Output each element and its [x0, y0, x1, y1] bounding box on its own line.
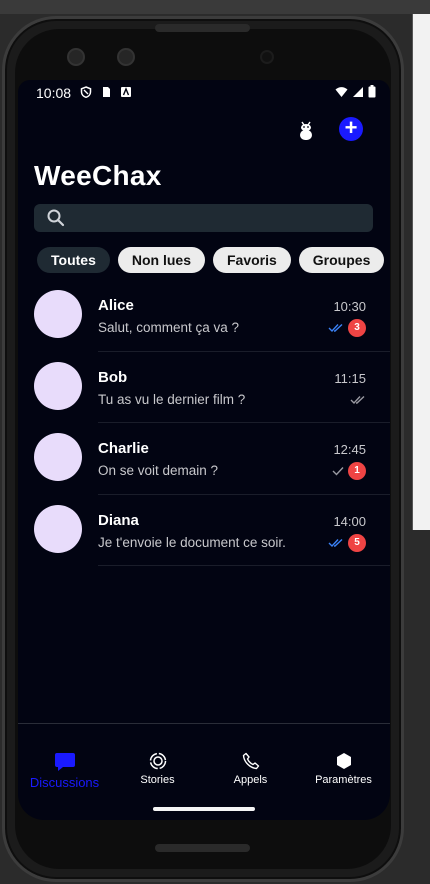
front-sensor-icon — [117, 48, 135, 66]
hexagon-icon — [336, 753, 351, 769]
status-bar: 10:08 — [18, 80, 390, 104]
chat-row[interactable]: Charlie On se voit demain ? 12:45 1 — [18, 423, 390, 495]
search-icon — [47, 209, 65, 227]
double-check-icon — [350, 395, 365, 404]
filter-chip-non-lues[interactable]: Non lues — [117, 247, 205, 273]
avatar — [34, 433, 82, 481]
proximity-sensor-icon — [260, 50, 274, 64]
avatar — [34, 504, 82, 553]
chat-row[interactable]: Alice Salut, comment ça va ? 10:30 3 — [18, 280, 390, 352]
chat-bubble-icon — [54, 753, 75, 771]
status-right-icons — [335, 85, 376, 98]
chat-time: 10:30 — [333, 299, 366, 314]
double-check-icon — [328, 323, 343, 333]
app-notification-icon — [121, 87, 131, 97]
signal-icon — [353, 86, 363, 97]
chat-last-message: On se voit demain ? — [98, 463, 219, 478]
filter-chips: Toutes Non lues Favoris Groupes — [37, 247, 385, 273]
chat-name: Alice — [98, 297, 134, 314]
page-title: WeeChax — [34, 160, 162, 191]
nav-label: Discussions — [29, 775, 100, 790]
avatar — [34, 290, 82, 338]
filter-chip-toutes[interactable]: Toutes — [37, 247, 110, 273]
chat-last-message: Tu as vu le dernier film ? — [98, 391, 246, 407]
stories-icon — [149, 752, 166, 770]
app-screen: 10:08 + WeeChax Toutes Non lues Favoris … — [18, 80, 390, 820]
phone-icon — [242, 752, 259, 770]
avatar — [34, 361, 82, 410]
nav-label: Paramètres — [315, 774, 372, 786]
unread-badge: 3 — [348, 319, 366, 337]
filter-chip-favoris[interactable]: Favoris — [212, 247, 291, 273]
chat-last-message: Je t'envoie le document ce soir. — [98, 534, 286, 550]
new-chat-button[interactable]: + — [339, 117, 363, 141]
row-divider — [98, 565, 390, 566]
sim-card-icon — [103, 87, 110, 97]
chat-row[interactable]: Diana Je t'envoie le document ce soir. 1… — [18, 495, 390, 566]
chat-name: Bob — [98, 368, 128, 386]
nav-item-stories[interactable]: Stories — [111, 724, 204, 800]
nav-item-discussions[interactable]: Discussions — [18, 724, 111, 800]
chat-last-message: Salut, comment ça va ? — [98, 320, 240, 335]
debug-bug-icon[interactable] — [297, 120, 315, 142]
front-camera-icon — [67, 48, 85, 66]
chat-row[interactable]: Bob Tu as vu le dernier film ? 11:15 — [18, 352, 390, 423]
status-time: 10:08 — [36, 85, 72, 101]
top-speaker — [155, 24, 250, 32]
nav-label: Stories — [140, 774, 175, 786]
bottom-speaker — [155, 844, 250, 852]
gesture-home-bar[interactable] — [153, 807, 255, 811]
chat-list: Alice Salut, comment ça va ? 10:30 3 Bob… — [18, 280, 390, 566]
chat-name: Charlie — [98, 440, 149, 457]
double-check-icon — [328, 538, 343, 547]
emulator-toolbar — [0, 0, 430, 14]
battery-icon — [368, 85, 376, 98]
nav-item-appels[interactable]: Appels — [204, 724, 297, 800]
ide-side-panel — [412, 14, 430, 530]
shield-icon — [80, 86, 92, 98]
filter-chip-groupes[interactable]: Groupes — [298, 247, 385, 273]
chat-meta — [350, 395, 366, 405]
bottom-navigation: Discussions Stories Appels Paramètres — [18, 724, 390, 800]
search-input[interactable] — [34, 204, 373, 232]
chat-time: 12:45 — [333, 442, 366, 457]
chat-name: Diana — [98, 511, 139, 529]
unread-badge: 5 — [348, 533, 366, 552]
nav-label: Appels — [233, 774, 268, 786]
single-check-icon — [332, 467, 344, 476]
wifi-icon — [335, 86, 348, 97]
chat-meta: 3 — [328, 319, 366, 337]
unread-badge: 1 — [348, 462, 366, 480]
chat-meta: 5 — [328, 533, 366, 552]
chat-time: 11:15 — [334, 370, 366, 386]
chat-meta: 1 — [332, 462, 366, 480]
nav-item-parametres[interactable]: Paramètres — [297, 724, 390, 800]
chat-time: 14:00 — [333, 513, 366, 529]
